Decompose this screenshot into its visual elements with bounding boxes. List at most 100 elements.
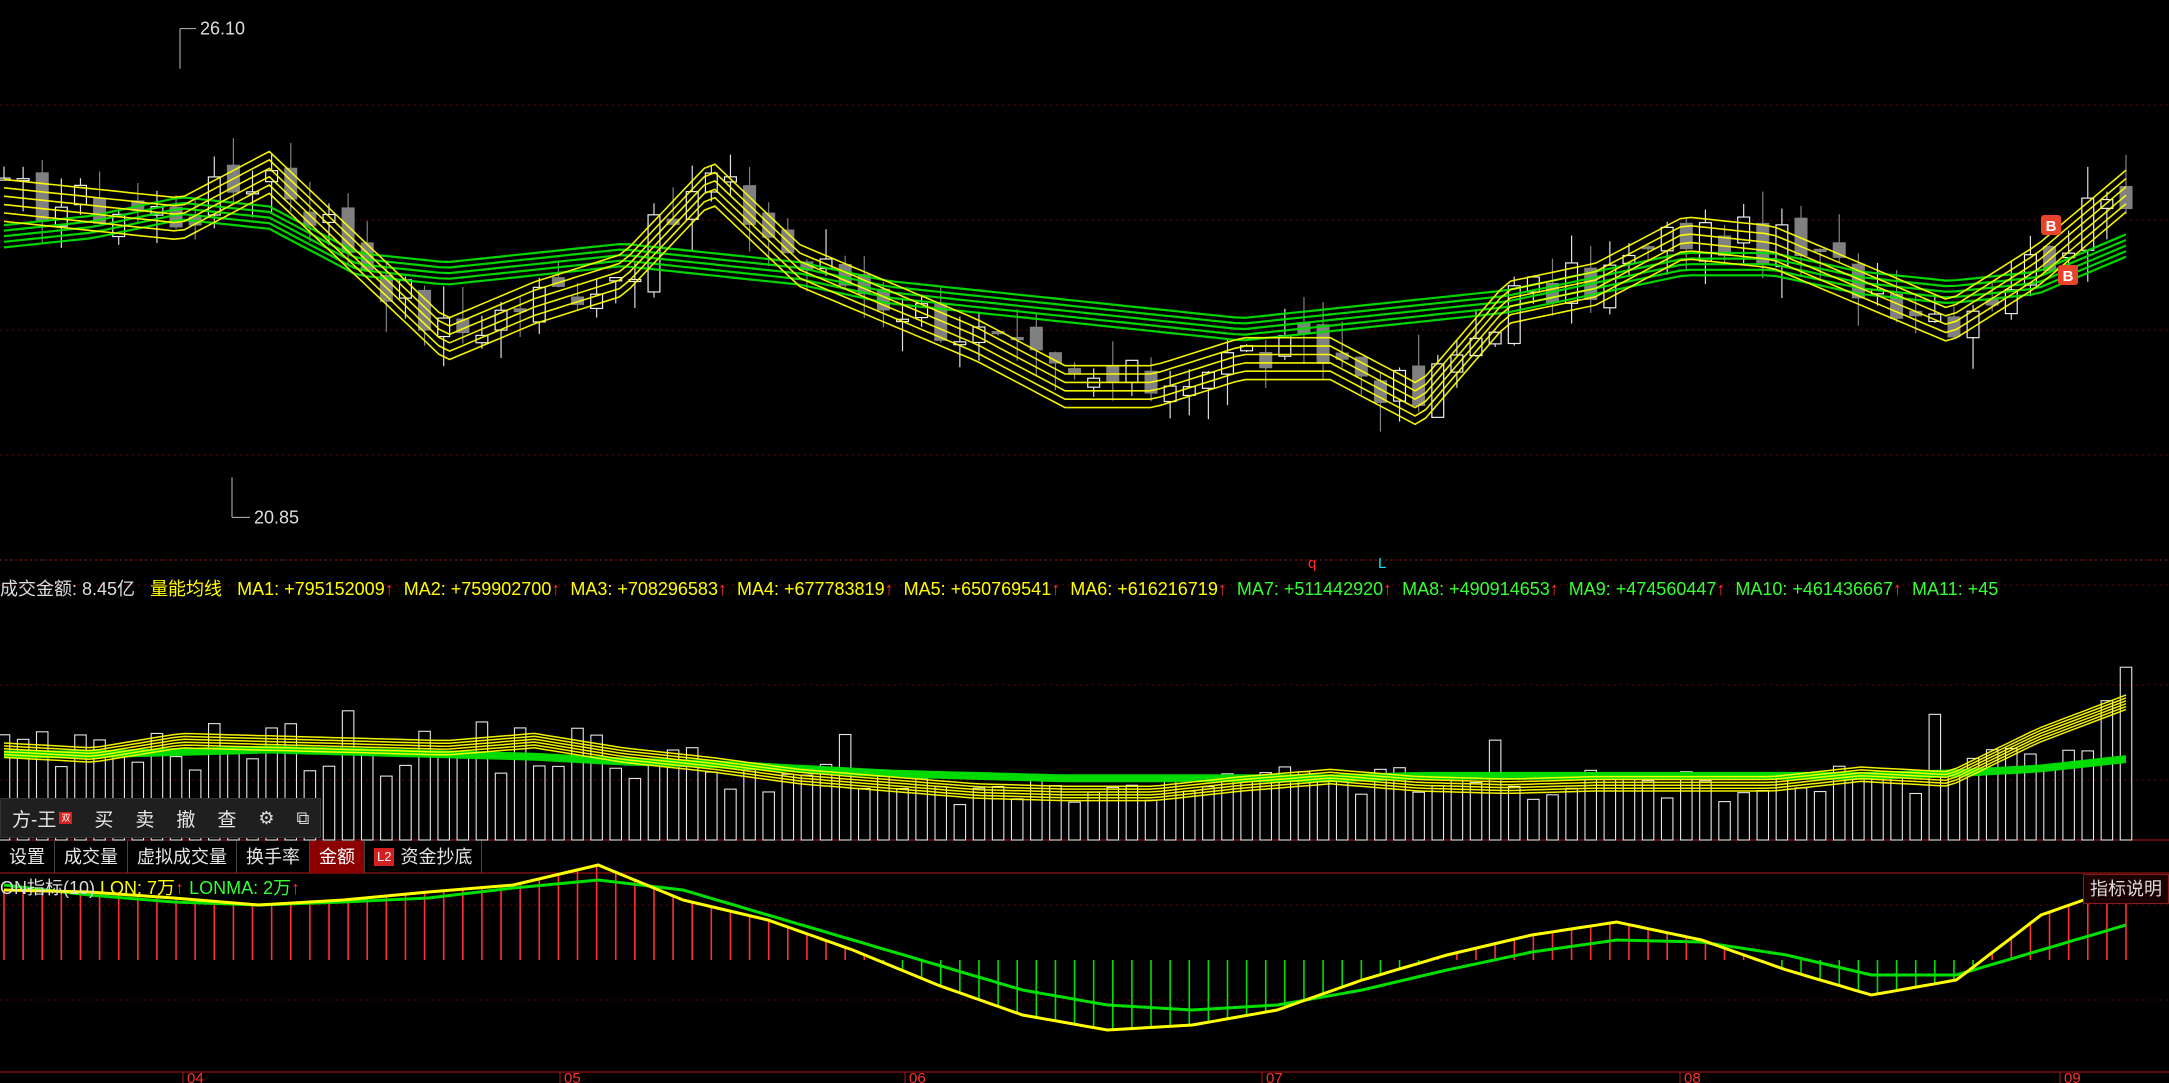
gear-icon[interactable]: ⚙ bbox=[247, 799, 285, 837]
account-badge: 双 bbox=[59, 812, 73, 824]
candle-body bbox=[1813, 248, 1827, 253]
volume-bar bbox=[647, 762, 661, 841]
tab-金额[interactable]: 金额 bbox=[310, 841, 365, 873]
volume-bar bbox=[494, 772, 508, 841]
query-button[interactable]: 查 bbox=[206, 799, 247, 837]
ma-item: MA5: +650769541↑ bbox=[903, 579, 1061, 599]
lon-arrow: ↑ bbox=[175, 878, 185, 898]
volume-bar bbox=[1125, 784, 1139, 841]
x-tick-label: 08 bbox=[1684, 1070, 1701, 1083]
volume-bar bbox=[1794, 787, 1808, 841]
candle-body bbox=[762, 212, 776, 238]
volume-bar bbox=[437, 751, 450, 841]
volume-bar bbox=[781, 773, 795, 841]
ma-arrow: ↑ bbox=[1051, 579, 1061, 599]
volume-bar bbox=[1010, 798, 1024, 841]
tab-换手率[interactable]: 换手率 bbox=[237, 841, 310, 873]
tab-label: 成交量 bbox=[64, 846, 118, 867]
candle-body bbox=[2004, 289, 2018, 315]
tab-label: 设置 bbox=[9, 846, 45, 867]
volume-bar bbox=[705, 771, 718, 841]
ma-items: MA1: +795152009↑ MA2: +759902700↑ MA3: +70… bbox=[237, 579, 2008, 599]
high-price-label: 26.10 bbox=[200, 19, 245, 39]
volume-bar bbox=[1182, 790, 1196, 841]
window-icon[interactable]: ⧉ bbox=[286, 799, 321, 837]
ma-arrow: ↑ bbox=[384, 579, 394, 599]
tab-成交量[interactable]: 成交量 bbox=[55, 841, 128, 873]
ma-arrow: ↑ bbox=[1716, 579, 1726, 599]
lon-value: LON: 7万↑ bbox=[100, 878, 184, 898]
ma-item: MA6: +616216719↑ bbox=[1070, 579, 1227, 599]
volume-bar bbox=[360, 754, 374, 841]
cancel-order-button[interactable]: 撤 bbox=[165, 799, 206, 837]
tab-label: 换手率 bbox=[246, 846, 300, 867]
tab-label: 虚拟成交量 bbox=[137, 846, 227, 867]
tab-资金抄底[interactable]: L2 资金抄底 bbox=[365, 841, 483, 873]
tab-设置[interactable]: 设置 bbox=[0, 841, 55, 873]
volume-bar bbox=[1890, 776, 1903, 841]
ma-item: MA7: +511442920↑ bbox=[1236, 579, 1393, 599]
volume-bar bbox=[1584, 769, 1598, 841]
volume-bar bbox=[2005, 748, 2018, 841]
stock-chart: 26.10 20.85 q L B B 04 05 06 07 08 09 bbox=[0, 19, 2169, 1083]
ma-arrow: ↑ bbox=[717, 579, 727, 599]
candle-body bbox=[265, 170, 279, 183]
lonma-value: LONMA: 2万↑ bbox=[189, 878, 300, 898]
volume-bar bbox=[1507, 785, 1521, 841]
volume-bar bbox=[552, 765, 565, 841]
indicator-name[interactable]: 量能均线 bbox=[150, 579, 222, 599]
yellow-ma-line bbox=[3, 175, 2127, 409]
tab-虚拟成交量[interactable]: 虚拟成交量 bbox=[128, 841, 237, 873]
indicator-tabs: 设置 成交量 虚拟成交量 换手率 金额 L2 资金抄底 bbox=[0, 841, 483, 873]
lonma-line bbox=[3, 878, 2127, 1012]
ma-arrow: ↑ bbox=[1893, 579, 1903, 599]
ma-item: MA8: +490914653↑ bbox=[1402, 579, 1559, 599]
volume-bar bbox=[532, 765, 546, 841]
x-tick-label: 09 bbox=[2064, 1070, 2081, 1083]
buy-signal-text: B bbox=[2063, 268, 2074, 285]
volume-bar bbox=[1546, 794, 1559, 841]
volume-bar bbox=[322, 765, 336, 841]
volume-bar bbox=[380, 775, 393, 841]
volume-bar bbox=[1316, 781, 1330, 841]
account-name-text: 方-王 bbox=[12, 809, 57, 831]
volume-bar bbox=[1641, 780, 1655, 841]
tab-label: 金额 bbox=[319, 846, 355, 867]
volume-bar bbox=[609, 767, 623, 841]
volume-bar bbox=[724, 788, 737, 841]
volume-bar bbox=[1813, 791, 1827, 841]
sell-button[interactable]: 卖 bbox=[124, 799, 165, 837]
volume-bar bbox=[1087, 791, 1100, 841]
tab-label: 资金抄底 bbox=[400, 846, 473, 867]
lonma-arrow: ↑ bbox=[291, 878, 301, 898]
yellow-ma-line bbox=[3, 192, 2127, 426]
ma-arrow: ↑ bbox=[1217, 579, 1227, 599]
x-tick-label: 07 bbox=[1266, 1070, 1283, 1083]
candle-body bbox=[1125, 359, 1139, 384]
low-price-label: 20.85 bbox=[254, 507, 299, 527]
ma-item: MA3: +708296583↑ bbox=[570, 579, 727, 599]
ma-arrow: ↑ bbox=[551, 579, 561, 599]
lon-title: ON指标(10) bbox=[0, 878, 96, 898]
indicator-explain-button[interactable]: 指标说明 bbox=[2083, 874, 2169, 904]
volume-bar bbox=[1431, 785, 1445, 841]
volume-bar bbox=[1737, 792, 1750, 841]
buy-button[interactable]: 买 bbox=[83, 799, 124, 837]
lon-line bbox=[3, 863, 2127, 1032]
ma-item: MA11: +45 bbox=[1912, 579, 1999, 599]
volume-bar bbox=[1699, 780, 1712, 841]
ma-item: MA1: +795152009↑ bbox=[237, 579, 394, 599]
volume-bar bbox=[1909, 792, 1922, 841]
volume-bar bbox=[2100, 700, 2114, 841]
marker-q: q bbox=[1308, 555, 1316, 572]
green-ma-line bbox=[3, 201, 2127, 325]
volume-bar bbox=[953, 804, 967, 841]
volume-bar bbox=[456, 756, 470, 841]
candle-body bbox=[1220, 352, 1235, 375]
account-name[interactable]: 方-王 双 bbox=[1, 799, 83, 837]
volume-bar bbox=[1527, 798, 1540, 841]
lonma-value-text: LONMA: 2万 bbox=[189, 878, 292, 898]
ma-item: MA9: +474560447↑ bbox=[1568, 579, 1726, 599]
volume-bar bbox=[513, 727, 527, 841]
volume-bar bbox=[1412, 791, 1425, 841]
